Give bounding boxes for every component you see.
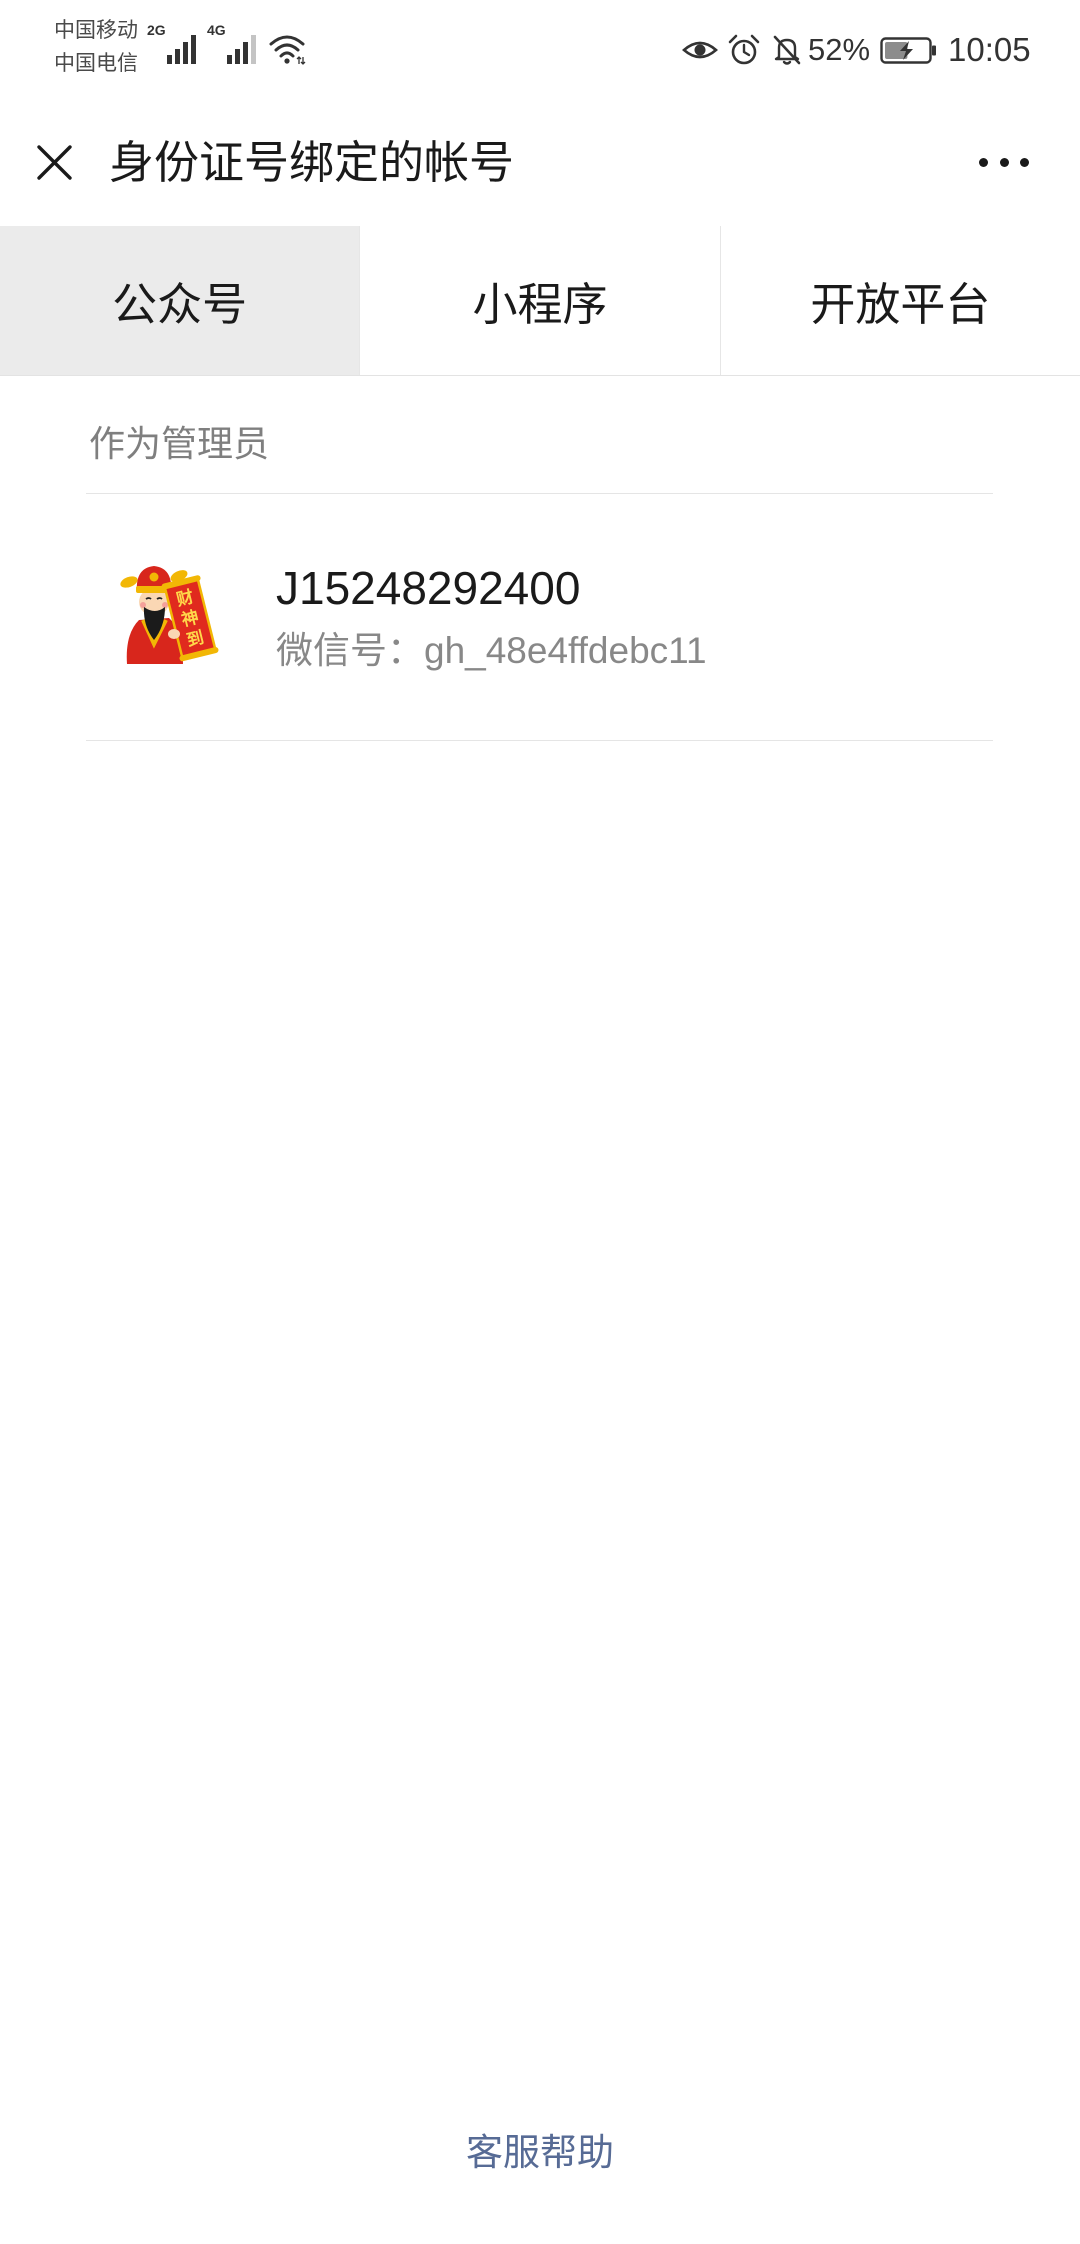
notifications-off-icon bbox=[773, 35, 801, 65]
signal-bar bbox=[235, 49, 240, 64]
avatar-hand bbox=[168, 629, 180, 639]
sim1-signal-icon bbox=[167, 35, 196, 64]
alarm-icon bbox=[728, 34, 760, 65]
carrier-1-label: 中国移动 bbox=[54, 19, 138, 42]
signal-bar bbox=[175, 49, 180, 64]
tab-label: 小程序 bbox=[472, 279, 608, 330]
wechat-id-value: gh_48e4ffdebc11 bbox=[424, 630, 707, 671]
wifi-icon bbox=[269, 35, 306, 65]
signal-bar bbox=[243, 42, 248, 64]
more-button[interactable] bbox=[979, 139, 1029, 185]
signal-bar bbox=[227, 55, 232, 64]
eye-comfort-icon bbox=[682, 41, 718, 59]
close-button[interactable] bbox=[36, 144, 73, 181]
more-icon bbox=[1020, 157, 1029, 167]
close-icon bbox=[37, 145, 72, 180]
page-title: 身份证号绑定的帐号 bbox=[109, 137, 515, 188]
avatar-image: 财 神 到 bbox=[120, 566, 219, 664]
carrier-2-label: 中国电信 bbox=[54, 52, 138, 75]
status-bar: 中国移动 中国电信 2G 4G 52% 10:05 bbox=[0, 0, 1080, 100]
battery-icon bbox=[880, 37, 936, 64]
avatar: 财 神 到 bbox=[117, 560, 222, 670]
clock-time: 10:05 bbox=[948, 31, 1031, 68]
section-title: 作为管理员 bbox=[89, 423, 270, 464]
tab-bar: 公众号 小程序 开放平台 bbox=[0, 226, 1080, 376]
tab-mini-programs[interactable]: 小程序 bbox=[360, 226, 721, 375]
signal-bar bbox=[191, 35, 196, 64]
account-name: J15248292400 bbox=[276, 562, 581, 614]
signal-bar bbox=[251, 35, 256, 64]
wechat-id-label: 微信号： bbox=[276, 630, 424, 671]
divider bbox=[86, 740, 993, 741]
signal-bar bbox=[167, 55, 172, 64]
header-bar: 身份证号绑定的帐号 bbox=[0, 100, 1080, 226]
carrier-info: 中国移动 中国电信 bbox=[54, 14, 138, 80]
more-icon bbox=[979, 157, 988, 167]
screen: 中国移动 中国电信 2G 4G 52% 10:05 身份证号绑定的帐号 公众号 … bbox=[0, 0, 1080, 2244]
more-icon bbox=[999, 157, 1009, 167]
tab-label: 开放平台 bbox=[810, 279, 991, 330]
tab-open-platform[interactable]: 开放平台 bbox=[721, 226, 1080, 375]
tab-official-accounts[interactable]: 公众号 bbox=[0, 226, 361, 375]
customer-service-help-link[interactable]: 客服帮助 bbox=[466, 2130, 614, 2176]
tab-label: 公众号 bbox=[112, 279, 248, 330]
battery-percent: 52% bbox=[808, 32, 871, 67]
signal-bar bbox=[183, 42, 188, 64]
wechat-id-line: 微信号：gh_48e4ffdebc11 bbox=[276, 628, 707, 674]
account-row[interactable]: 财 神 到 J15248292400 微信号：gh_48e4ffdebc11 bbox=[0, 494, 1080, 740]
sim2-network-type: 4G bbox=[207, 22, 226, 38]
sim1-network-type: 2G bbox=[147, 22, 166, 38]
sim2-signal-icon bbox=[227, 35, 256, 64]
